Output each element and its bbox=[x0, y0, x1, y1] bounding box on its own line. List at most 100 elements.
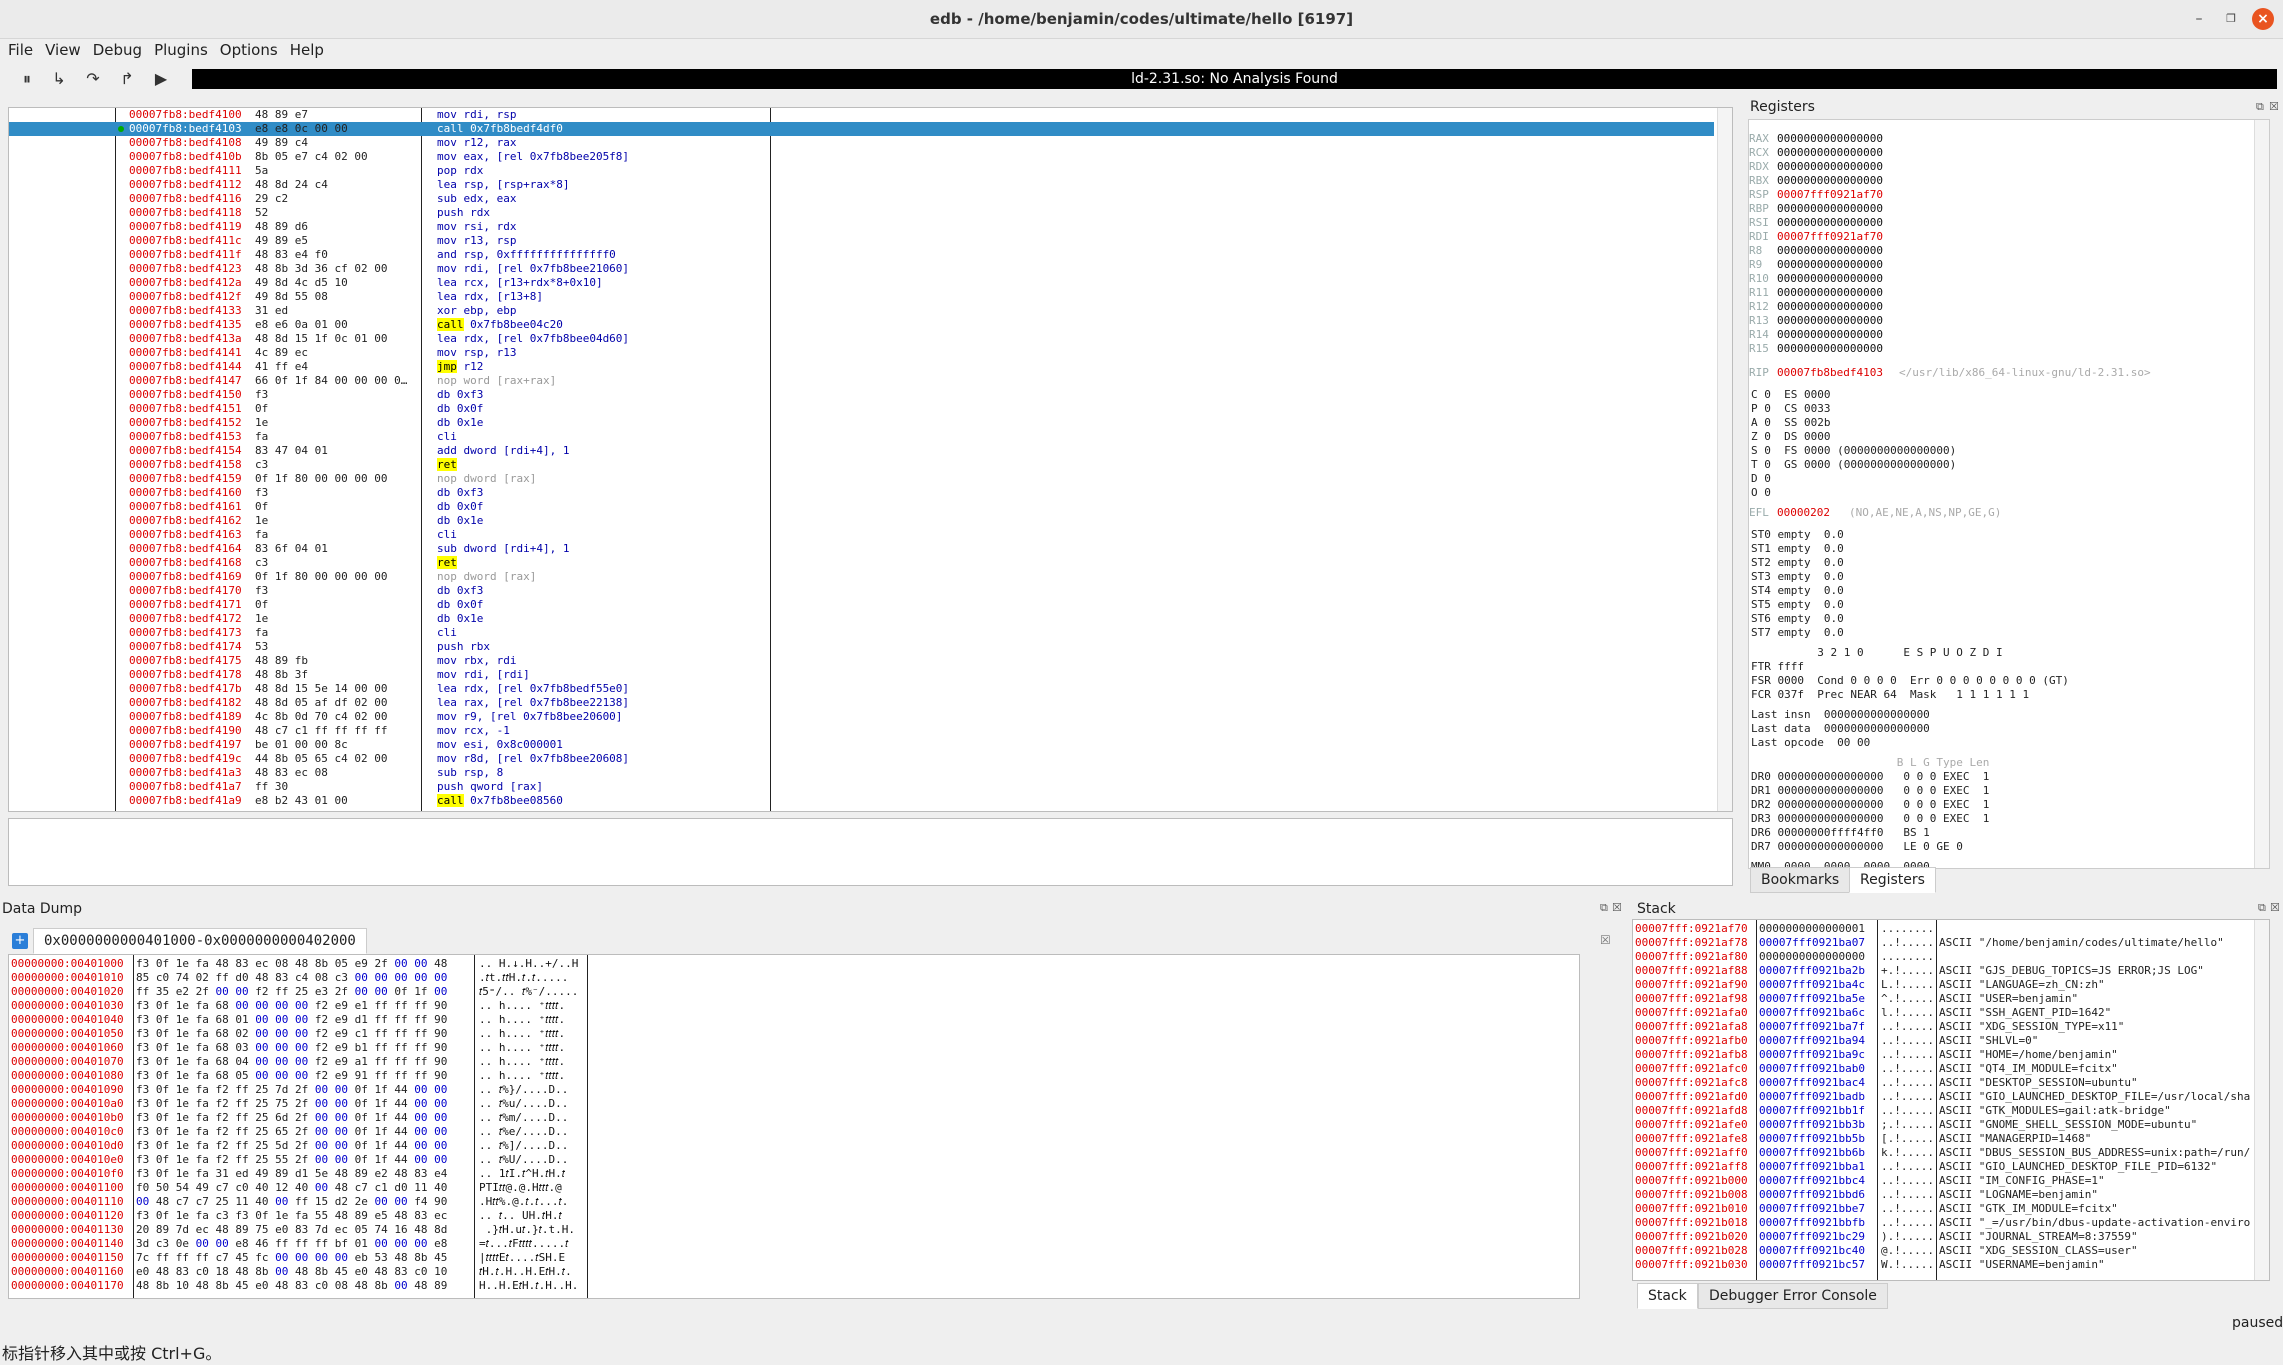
disasm-row[interactable]: 00007fb8:bedf4190 48 c7 c1 ff ff ff ff mov… bbox=[9, 724, 1714, 738]
menu-view[interactable]: View bbox=[41, 38, 85, 62]
disasm-row[interactable]: 00007fb8:bedf41a9 e8 b2 43 01 00 call 0x7f… bbox=[9, 794, 1714, 808]
disasm-row[interactable]: 00007fb8:bedf4172 1e db 0x1e bbox=[9, 612, 1714, 626]
disasm-row[interactable]: 00007fb8:bedf4164 83 6f 04 01 sub dword [r… bbox=[9, 542, 1714, 556]
panel-close-icon[interactable]: ☒ bbox=[2269, 100, 2279, 113]
disasm-row[interactable]: 00007fb8:bedf41a3 48 83 ec 08 sub rsp, 8 bbox=[9, 766, 1714, 780]
registers-view[interactable]: RAX 0000000000000000 RCX 0000000000000000 RD… bbox=[1748, 119, 2270, 869]
minimize-icon[interactable]: – bbox=[2188, 8, 2210, 30]
disasm-row[interactable]: 00007fb8:bedf412f 49 8d 55 08 lea rdx, [r1… bbox=[9, 290, 1714, 304]
disasm-row[interactable]: 00007fb8:bedf4197 be 01 00 00 8c mov esi, … bbox=[9, 738, 1714, 752]
stack-value: 00007fff0921bb1f bbox=[1759, 1104, 1865, 1117]
menu-help[interactable]: Help bbox=[286, 38, 328, 62]
disasm-row[interactable]: 00007fb8:bedf417b 48 8d 15 5e 14 00 00 lea… bbox=[9, 682, 1714, 696]
disasm-row[interactable]: 00007fb8:bedf4159 0f 1f 80 00 00 00 00 nop… bbox=[9, 472, 1714, 486]
disasm-row[interactable]: 00007fb8:bedf4133 31 ed xor ebp, ebp bbox=[9, 304, 1714, 318]
registers-scrollbar[interactable] bbox=[2254, 120, 2269, 868]
disasm-row[interactable]: 00007fb8:bedf4144 41 ff e4 jmp r12 bbox=[9, 360, 1714, 374]
disasm-row[interactable]: 00007fb8:bedf4171 0f db 0x0f bbox=[9, 598, 1714, 612]
disasm-row[interactable]: 00007fb8:bedf411f 48 83 e4 f0 and rsp, 0xf… bbox=[9, 248, 1714, 262]
dump-ascii: .. h.... ⁺𝑡𝑡𝑡𝑡. bbox=[479, 1069, 566, 1082]
menu-plugins[interactable]: Plugins bbox=[150, 38, 212, 62]
dump-byte: ff bbox=[414, 1055, 435, 1068]
disasm-row[interactable]: 00007fb8:bedf4169 0f 1f 80 00 00 00 00 nop… bbox=[9, 570, 1714, 584]
disasm-row[interactable]: 00007fb8:bedf4162 1e db 0x1e bbox=[9, 514, 1714, 528]
disasm-address: 00007fb8:bedf4123 bbox=[129, 262, 242, 275]
disasm-row[interactable]: 00007fb8:bedf4123 48 8b 3d 36 cf 02 00 mov… bbox=[9, 262, 1714, 276]
disassembly-view[interactable]: 00007fb8:bedf4100 48 89 e7 mov rdi, rsp 000… bbox=[8, 107, 1733, 812]
maximize-icon[interactable]: ❐ bbox=[2220, 8, 2242, 30]
disasm-row[interactable]: 00007fb8:bedf4178 48 8b 3f mov rdi, [rdi] bbox=[9, 668, 1714, 682]
disasm-row[interactable]: 00007fb8:bedf4168 c3 ret bbox=[9, 556, 1714, 570]
panel-float-icon[interactable]: ⧉ bbox=[2258, 901, 2266, 915]
disasm-row[interactable]: 00007fb8:bedf4135 e8 e6 0a 01 00 call 0x7f… bbox=[9, 318, 1714, 332]
disasm-row[interactable]: 00007fb8:bedf4100 48 89 e7 mov rdi, rsp bbox=[9, 108, 1714, 122]
disasm-row[interactable]: 00007fb8:bedf4151 0f db 0x0f bbox=[9, 402, 1714, 416]
disasm-row[interactable]: 00007fb8:bedf4160 f3 db 0xf3 bbox=[9, 486, 1714, 500]
disasm-row[interactable]: 00007fb8:bedf4161 0f db 0x0f bbox=[9, 500, 1714, 514]
tab-bookmarks[interactable]: Bookmarks bbox=[1750, 867, 1851, 893]
disasm-row[interactable]: 00007fb8:bedf4112 48 8d 24 c4 lea rsp, [rs… bbox=[9, 178, 1714, 192]
disasm-row[interactable]: 00007fb8:bedf4150 f3 db 0xf3 bbox=[9, 388, 1714, 402]
close-tab-icon[interactable]: ☒ bbox=[1600, 933, 1611, 947]
menu-file[interactable]: File bbox=[4, 38, 37, 62]
dump-byte: 01 bbox=[235, 1013, 256, 1026]
dump-byte: 83 bbox=[394, 1265, 415, 1278]
disasm-row[interactable]: 00007fb8:bedf4154 83 47 04 01 add dword [r… bbox=[9, 444, 1714, 458]
stack-scrollbar[interactable] bbox=[2254, 920, 2269, 1280]
dump-byte: 1e bbox=[175, 1069, 196, 1082]
disasm-row[interactable]: 00007fb8:bedf4174 53 push rbx bbox=[9, 640, 1714, 654]
tab-error-console[interactable]: Debugger Error Console bbox=[1698, 1283, 1888, 1309]
disasm-row[interactable]: 00007fb8:bedf4175 48 89 fb mov rbx, rdi bbox=[9, 654, 1714, 668]
disasm-row[interactable]: 00007fb8:bedf4152 1e db 0x1e bbox=[9, 416, 1714, 430]
disasm-row[interactable]: 00007fb8:bedf4158 c3 ret bbox=[9, 458, 1714, 472]
menu-options[interactable]: Options bbox=[216, 38, 282, 62]
disasm-row[interactable]: 00007fb8:bedf4111 5a pop rdx bbox=[9, 164, 1714, 178]
menu-debug[interactable]: Debug bbox=[89, 38, 146, 62]
tab-registers[interactable]: Registers bbox=[1849, 867, 1936, 893]
register-value: 0000000000000000 bbox=[1777, 202, 1883, 215]
stack-view[interactable]: 00007fff:0921af70 0000000000000001.......… bbox=[1632, 919, 2270, 1281]
disasm-row[interactable]: 00007fb8:bedf411c 49 89 e5 mov r13, rsp bbox=[9, 234, 1714, 248]
run-icon[interactable]: ▶ bbox=[150, 68, 172, 90]
disasm-row[interactable]: 00007fb8:bedf4103 e8 e8 0c 00 00 call 0x7f… bbox=[9, 122, 1714, 136]
tab-stack[interactable]: Stack bbox=[1637, 1283, 1698, 1309]
dump-byte: 8b bbox=[414, 1251, 435, 1264]
disasm-row[interactable]: 00007fb8:bedf4147 66 0f 1f 84 00 00 00 0…… bbox=[9, 374, 1714, 388]
disasm-row[interactable]: 00007fb8:bedf4118 52 push rdx bbox=[9, 206, 1714, 220]
add-tab-icon[interactable]: + bbox=[12, 933, 28, 949]
panel-close-icon[interactable]: ☒ bbox=[2270, 901, 2280, 914]
data-dump-view[interactable]: 00000000:00401000 f3 0f 1e fa 48 83 ec 08… bbox=[8, 954, 1580, 1299]
disasm-row[interactable]: 00007fb8:bedf4108 49 89 c4 mov r12, rax bbox=[9, 136, 1714, 150]
disasm-row[interactable]: 00007fb8:bedf419c 44 8b 05 65 c4 02 00 mov… bbox=[9, 752, 1714, 766]
disasm-row[interactable]: 00007fb8:bedf4116 29 c2 sub edx, eax bbox=[9, 192, 1714, 206]
disasm-address: 00007fb8:bedf4144 bbox=[129, 360, 242, 373]
disasm-row[interactable]: 00007fb8:bedf410b 8b 05 e7 c4 02 00 mov ea… bbox=[9, 150, 1714, 164]
disasm-row[interactable]: 00007fb8:bedf4170 f3 db 0xf3 bbox=[9, 584, 1714, 598]
disasm-row[interactable]: 00007fb8:bedf4119 48 89 d6 mov rsi, rdx bbox=[9, 220, 1714, 234]
disasm-row[interactable]: 00007fb8:bedf4173 fa cli bbox=[9, 626, 1714, 640]
disasm-row[interactable]: 00007fb8:bedf41a7 ff 30 push qword [rax] bbox=[9, 780, 1714, 794]
panel-float-icon[interactable]: ⧉ bbox=[2256, 100, 2264, 114]
disasm-instruction: xor ebp, ebp bbox=[437, 304, 517, 317]
disasm-row[interactable]: 00007fb8:bedf4141 4c 89 ec mov rsp, r13 bbox=[9, 346, 1714, 360]
disasm-row[interactable]: 00007fb8:bedf4163 fa cli bbox=[9, 528, 1714, 542]
disasm-row[interactable]: 00007fb8:bedf4182 48 8d 05 af df 02 00 lea… bbox=[9, 696, 1714, 710]
dump-byte: 00 bbox=[434, 1097, 448, 1110]
step-over-icon[interactable]: ↷ bbox=[82, 68, 104, 90]
disasm-scrollbar[interactable] bbox=[1717, 108, 1732, 811]
step-out-icon[interactable]: ↱ bbox=[116, 68, 138, 90]
disasm-row[interactable]: 00007fb8:bedf4153 fa cli bbox=[9, 430, 1714, 444]
tab-dump-range[interactable]: 0x0000000000401000-0x0000000000402000 bbox=[33, 928, 367, 954]
disasm-address: 00007fb8:bedf4147 bbox=[129, 374, 242, 387]
pause-icon[interactable]: ⏸ bbox=[16, 68, 38, 90]
panel-close-icon[interactable]: ☒ bbox=[1612, 901, 1622, 914]
comment-box[interactable] bbox=[8, 818, 1733, 886]
dump-byte: 1e bbox=[175, 1111, 196, 1124]
panel-float-icon[interactable]: ⧉ bbox=[1600, 901, 1608, 915]
step-into-icon[interactable]: ↳ bbox=[48, 68, 70, 90]
close-icon[interactable]: × bbox=[2252, 8, 2274, 30]
disasm-row[interactable]: 00007fb8:bedf412a 49 8d 4c d5 10 lea rcx, … bbox=[9, 276, 1714, 290]
disasm-bytes: f3 bbox=[255, 486, 269, 499]
disasm-row[interactable]: 00007fb8:bedf4189 4c 8b 0d 70 c4 02 00 mov… bbox=[9, 710, 1714, 724]
disasm-row[interactable]: 00007fb8:bedf413a 48 8d 15 1f 0c 01 00 lea… bbox=[9, 332, 1714, 346]
